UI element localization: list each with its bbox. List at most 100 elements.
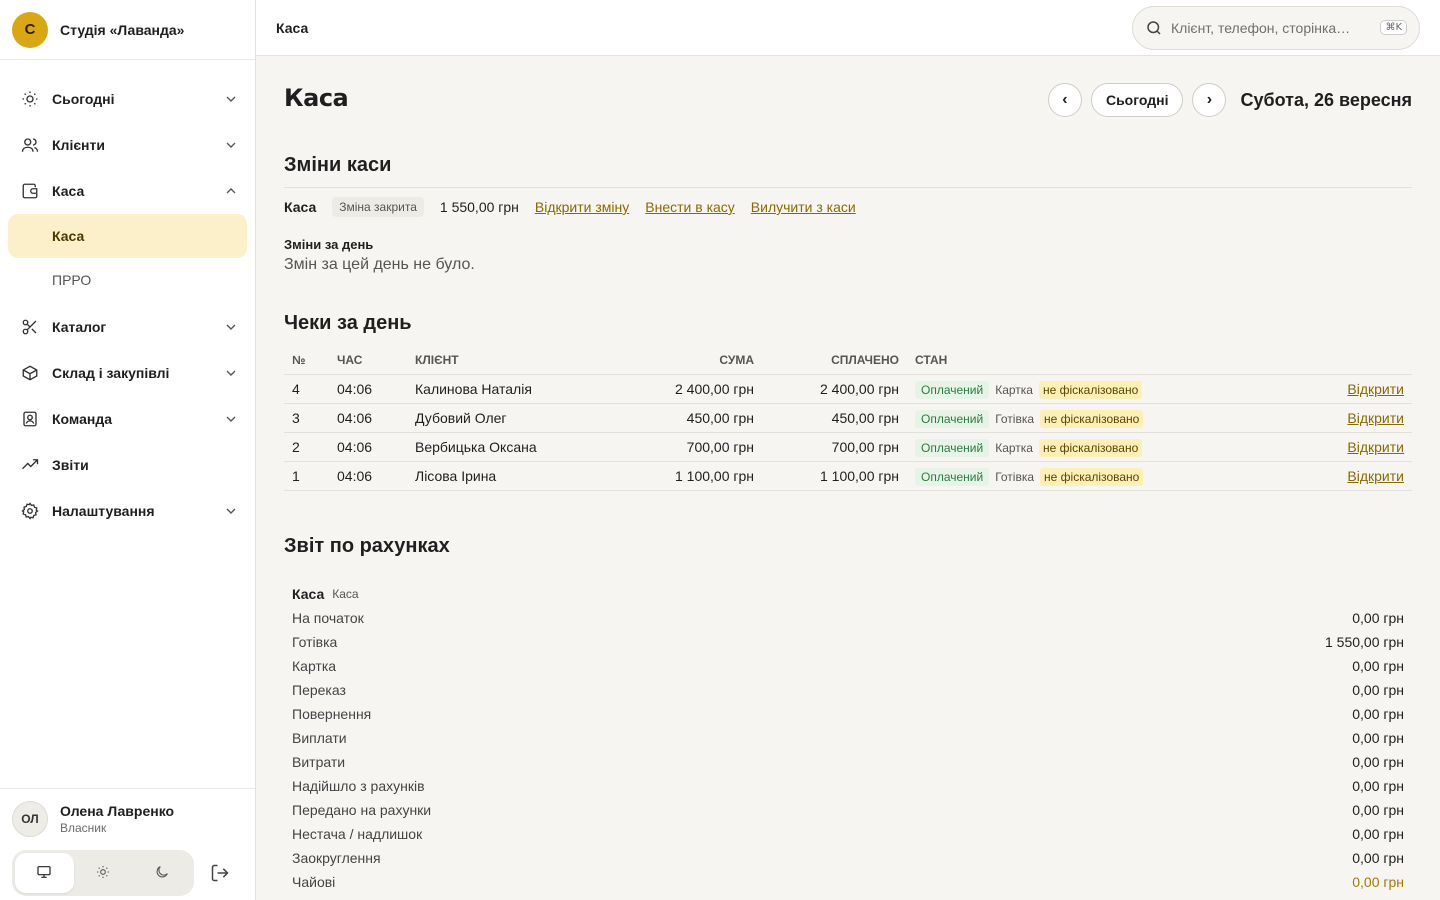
next-day-button[interactable]: › [1192, 83, 1227, 117]
register-name: Каса [284, 199, 317, 215]
deposit-link[interactable]: Внести в касу [645, 199, 735, 215]
table-row: 3 04:06 Дубовий Олег 450,00 грн 450,00 г… [284, 403, 1412, 433]
cell-sum: 450,00 грн [607, 403, 762, 433]
sidebar-item-label: Каса [52, 183, 85, 199]
accounts-report-section: Звіт по рахунках Каса Каса На початок 0,0… [284, 535, 1412, 894]
report-value: 0,00 грн [1352, 609, 1404, 626]
moon-icon [154, 864, 170, 883]
fiscal-badge: не фіскалізовано [1038, 438, 1143, 457]
id-badge-icon [20, 409, 40, 429]
report-label: Чайові [292, 873, 336, 890]
avatar: ОЛ [12, 801, 48, 837]
sidebar-item-label: Клієнти [52, 137, 105, 153]
report-label: Надійшло з рахунків [292, 777, 425, 794]
box-icon [20, 363, 40, 383]
report-row: Переказ 0,00 грн [292, 678, 1404, 702]
brand-name: Студія «Лаванда» [60, 21, 185, 38]
cell-paid: 450,00 грн [762, 403, 907, 433]
report-label: Готівка [292, 633, 338, 650]
cell-number: 4 [284, 374, 329, 404]
brand[interactable]: С Студія «Лаванда» [0, 0, 255, 60]
sidebar: С Студія «Лаванда» Сьогодні Клієнти Каса… [0, 0, 256, 900]
search-icon [1145, 19, 1163, 37]
sidebar-item-label: Каталог [52, 319, 107, 335]
cell-client: Калинова Наталія [407, 374, 607, 404]
cell-time: 04:06 [329, 432, 407, 462]
open-receipt-link[interactable]: Відкрити [1347, 439, 1404, 455]
sidebar-item-label: Команда [52, 411, 112, 427]
col-paid: Сплачено [762, 347, 907, 375]
report-value: 0,00 грн [1352, 801, 1404, 818]
sidebar-item-team[interactable]: Команда [0, 396, 255, 442]
sidebar-item-reports[interactable]: Звіти [0, 442, 255, 488]
sidebar-item-today[interactable]: Сьогодні [0, 76, 255, 122]
report-row: Заокруглення 0,00 грн [292, 846, 1404, 870]
day-shifts-heading: Зміни за день [284, 237, 374, 252]
cell-number: 2 [284, 432, 329, 462]
cash-submenu: Каса ПРРО [0, 214, 255, 304]
sidebar-item-clients[interactable]: Клієнти [0, 122, 255, 168]
status-badge: Оплачений [915, 409, 990, 428]
search-input[interactable] [1171, 20, 1371, 36]
sidebar-item-catalog[interactable]: Каталог [0, 304, 255, 350]
report-value: 0,00 грн [1352, 657, 1404, 674]
prev-day-button[interactable]: ‹ [1047, 83, 1082, 117]
sidebar-item-stock[interactable]: Склад і закупівлі [0, 350, 255, 396]
date-navigator: ‹ Сьогодні › Субота, 26 вересня [1047, 83, 1412, 117]
payment-method: Картка [995, 440, 1033, 455]
user-profile[interactable]: ОЛ Олена Лавренко Власник [12, 801, 243, 837]
report-label: Повернення [292, 705, 372, 722]
account-report: Каса Каса На початок 0,00 грн Готівка 1 55… [284, 582, 1412, 894]
col-time: Час [329, 347, 407, 375]
sidebar-subitem-prro[interactable]: ПРРО [8, 258, 247, 302]
cell-client: Вербицька Оксана [407, 432, 607, 462]
open-receipt-link[interactable]: Відкрити [1347, 410, 1404, 426]
chevron-down-icon [223, 411, 239, 427]
report-value: 0,00 грн [1352, 681, 1404, 698]
chevron-down-icon [223, 137, 239, 153]
cell-action: Відкрити [1277, 374, 1412, 404]
cell-sum: 2 400,00 грн [607, 374, 762, 404]
report-label: На початок [292, 609, 364, 626]
report-value: 1 550,00 грн [1324, 633, 1404, 650]
col-client: Клієнт [407, 347, 607, 375]
page-header: Каса ‹ Сьогодні › Субота, 26 вересня [284, 56, 1412, 144]
fiscal-badge: не фіскалізовано [1038, 380, 1143, 399]
report-row: Готівка 1 550,00 грн [292, 630, 1404, 654]
sidebar-item-cash[interactable]: Каса [0, 168, 255, 214]
user-info: Олена Лавренко Власник [60, 803, 174, 835]
shortcut-hint: ⌘K [1380, 20, 1407, 35]
theme-dark-button[interactable] [132, 853, 191, 893]
sidebar-subitem-cash[interactable]: Каса [8, 214, 247, 258]
report-row: Надійшло з рахунків 0,00 грн [292, 774, 1404, 798]
withdraw-link[interactable]: Вилучити з каси [751, 199, 856, 215]
current-date: Субота, 26 вересня [1240, 89, 1412, 110]
cell-client: Лісова Ірина [407, 461, 607, 491]
day-shifts-empty: Змін за цей день не було. [284, 256, 475, 273]
register-row: Каса Зміна закрита 1 550,00 грн Відкрити… [284, 189, 1412, 225]
open-receipt-link[interactable]: Відкрити [1347, 468, 1404, 484]
cell-number: 3 [284, 403, 329, 433]
sidebar-item-label: Склад і закупівлі [52, 365, 170, 381]
chevron-down-icon [223, 503, 239, 519]
theme-system-button[interactable] [15, 853, 74, 893]
report-value: 0,00 грн [1352, 753, 1404, 770]
sidebar-item-settings[interactable]: Налаштування [0, 488, 255, 534]
open-receipt-link[interactable]: Відкрити [1347, 381, 1404, 397]
today-button[interactable]: Сьогодні [1090, 83, 1184, 117]
theme-switcher [12, 850, 194, 896]
payment-method: Готівка [995, 411, 1035, 426]
report-value: 0,00 грн [1352, 849, 1404, 866]
col-status: Стан [907, 347, 1278, 375]
table-row: 1 04:06 Лісова Ірина 1 100,00 грн 1 100,… [284, 461, 1412, 491]
open-shift-link[interactable]: Відкрити зміну [535, 199, 629, 215]
search-box[interactable]: ⌘K [1132, 6, 1420, 50]
cell-action: Відкрити [1277, 461, 1412, 491]
gear-icon [20, 501, 40, 521]
report-label: Виплати [292, 729, 347, 746]
sidebar-nav: Сьогодні Клієнти Каса Каса ПРРО Каталог … [0, 60, 255, 534]
cell-status: Оплачений Готівка не фіскалізовано [907, 461, 1278, 491]
theme-light-button[interactable] [74, 853, 133, 893]
logout-icon[interactable] [210, 863, 230, 883]
payment-method: Готівка [995, 469, 1035, 484]
